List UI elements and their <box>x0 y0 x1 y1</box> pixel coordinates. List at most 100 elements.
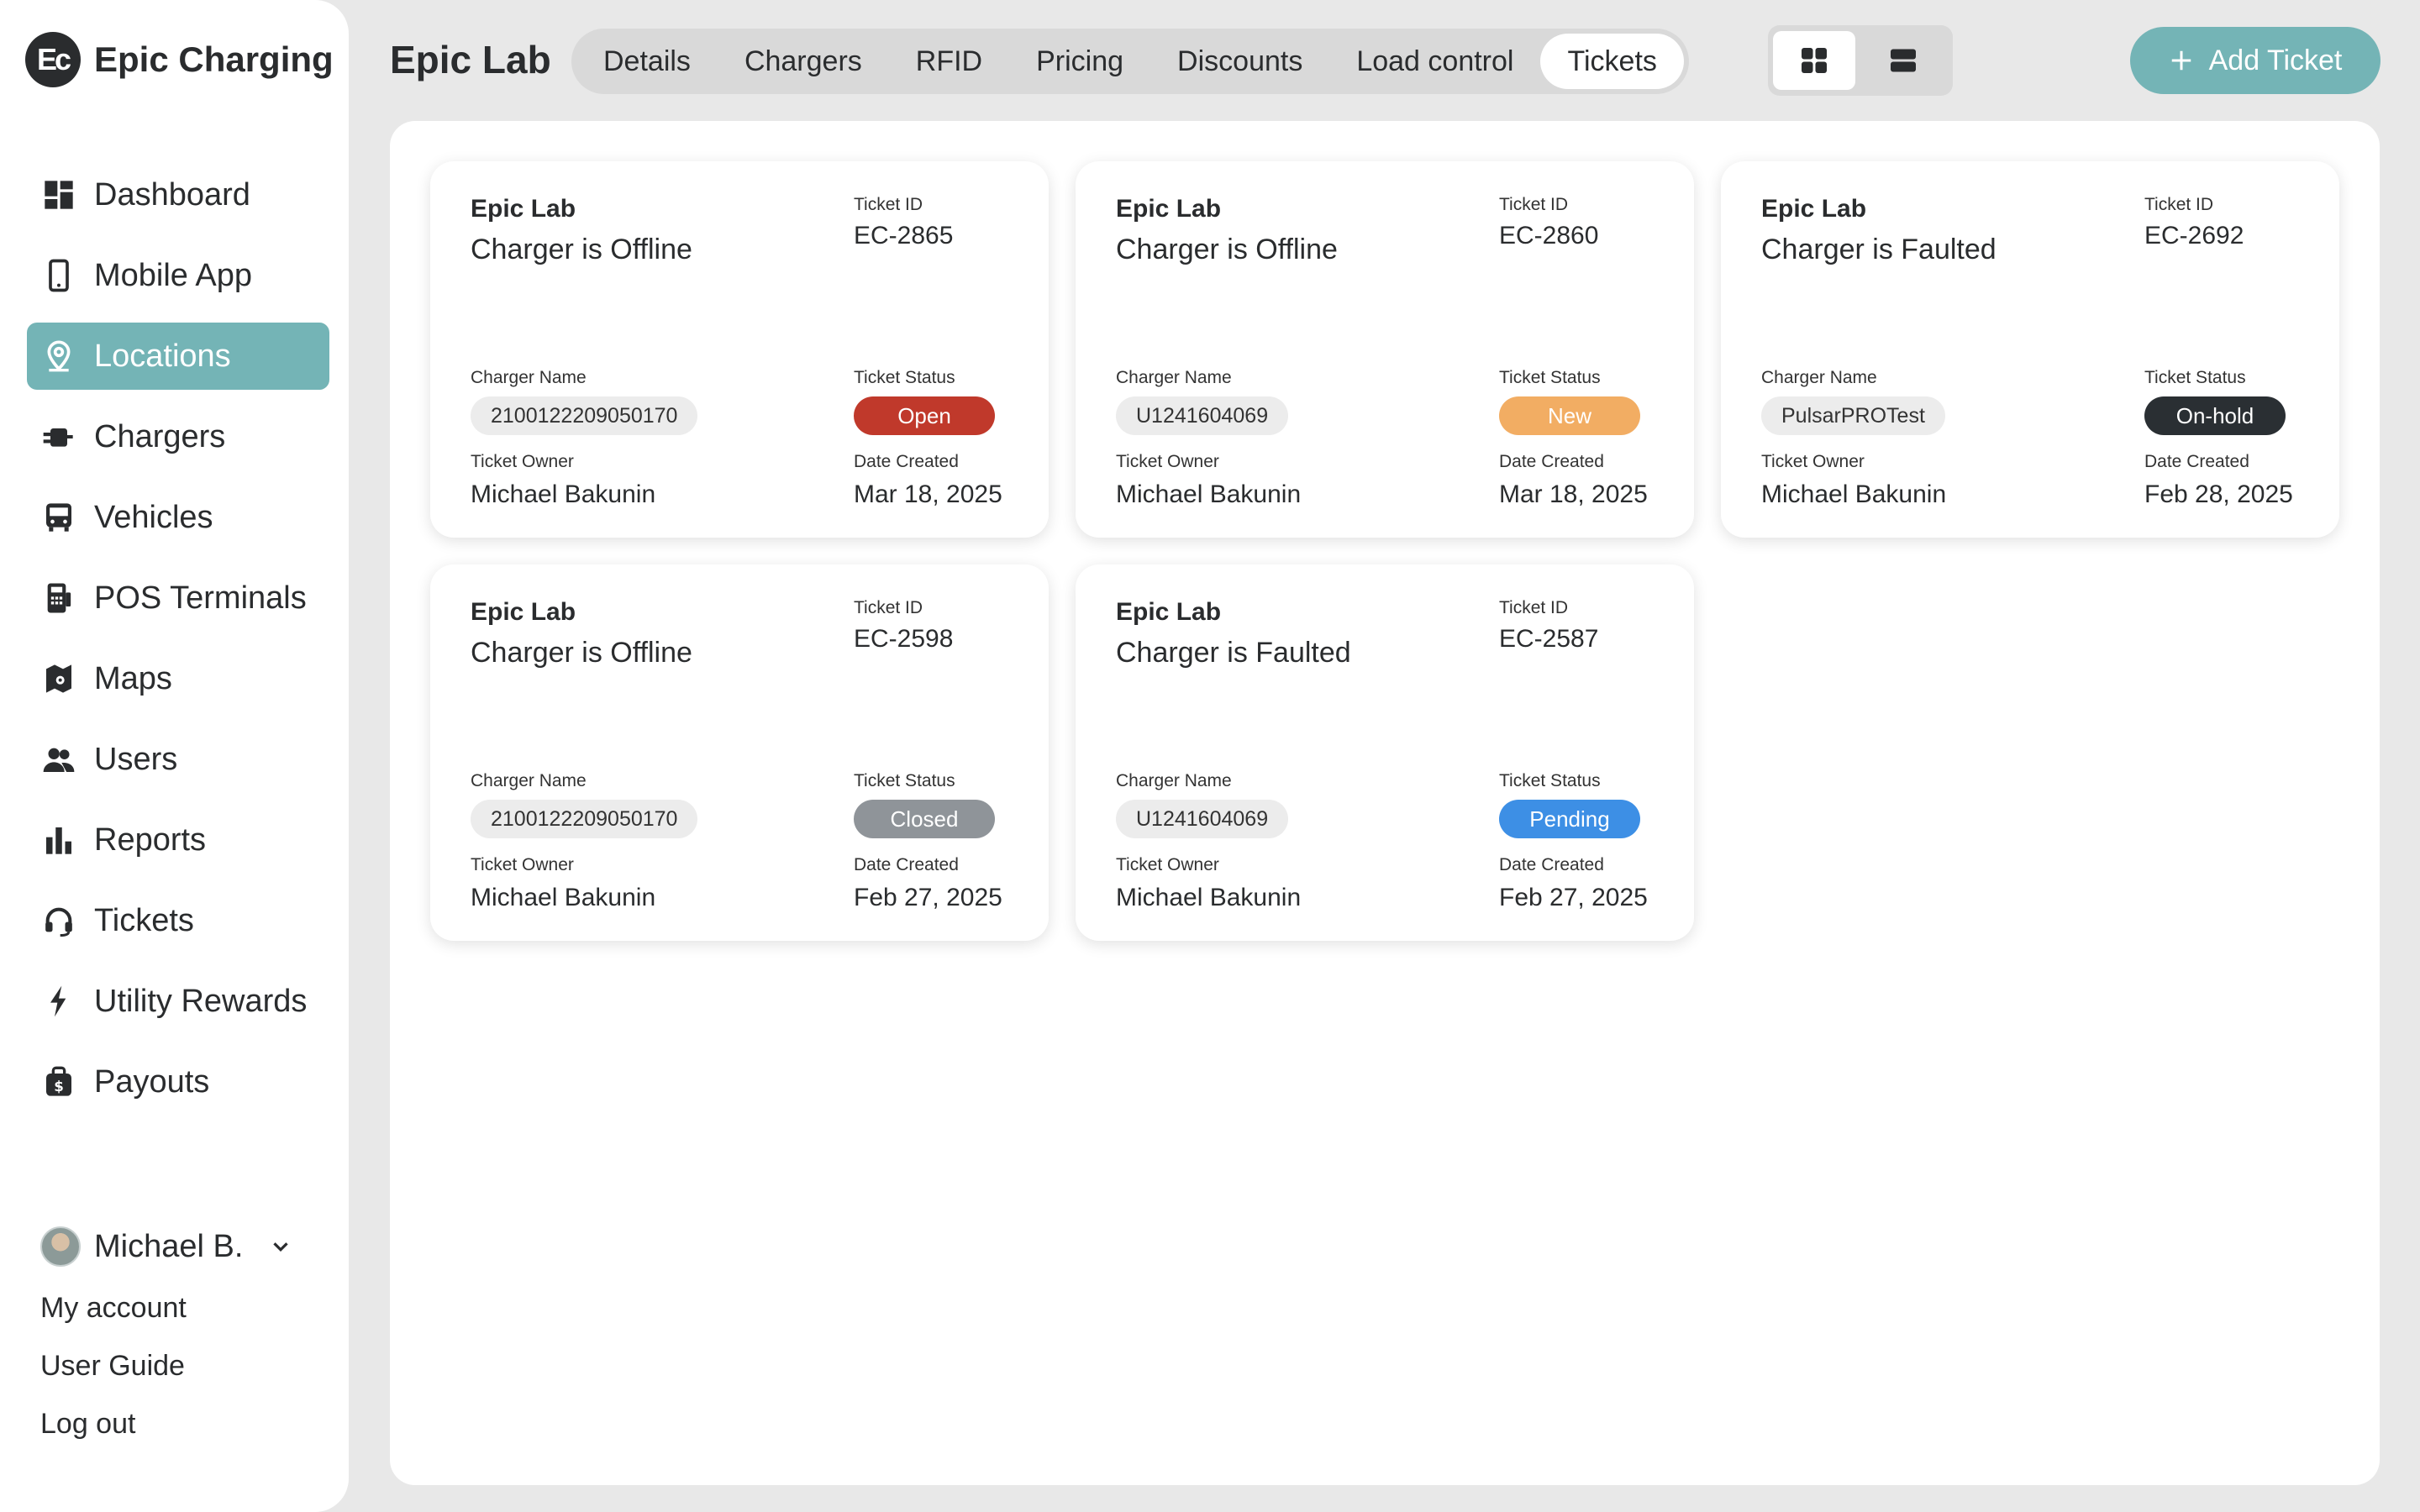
sidebar-item-vehicles[interactable]: Vehicles <box>27 484 329 551</box>
my-account-link[interactable]: My account <box>40 1292 293 1325</box>
sidebar-item-label: Vehicles <box>94 499 213 535</box>
sidebar-item-users[interactable]: Users <box>27 726 329 793</box>
grid-view-icon <box>1802 48 1827 73</box>
status-badge: New <box>1499 396 1640 435</box>
tab-discounts[interactable]: Discounts <box>1150 34 1329 89</box>
log-out-link[interactable]: Log out <box>40 1408 293 1441</box>
users-icon <box>42 743 76 776</box>
sidebar-item-maps[interactable]: Maps <box>27 645 329 712</box>
avatar <box>40 1226 81 1267</box>
tab-load-control[interactable]: Load control <box>1329 34 1540 89</box>
ticket-grid: Epic Lab Charger is Offline Ticket ID EC… <box>430 161 2339 941</box>
sidebar-item-pos-terminals[interactable]: POS Terminals <box>27 564 329 632</box>
ticket-id-label: Ticket ID <box>1499 195 1569 214</box>
date-created: Feb 27, 2025 <box>1499 884 1648 911</box>
sidebar-item-utility-rewards[interactable]: Utility Rewards <box>27 968 329 1035</box>
wallet-icon: $ <box>42 1065 76 1099</box>
sidebar-item-label: Maps <box>94 660 172 696</box>
tab-rfid[interactable]: RFID <box>889 34 1009 89</box>
ticket-location: Epic Lab <box>471 195 576 223</box>
plus-icon <box>2171 50 2191 71</box>
ticket-id: EC-2587 <box>1499 625 1599 653</box>
date-created: Feb 28, 2025 <box>2144 480 2293 508</box>
ticket-status-label: Ticket Status <box>854 368 955 387</box>
status-badge: Pending <box>1499 800 1640 838</box>
ticket-id-label: Ticket ID <box>2144 195 2214 214</box>
add-ticket-label: Add Ticket <box>2208 44 2343 76</box>
list-view-icon <box>1891 49 1916 72</box>
ticket-owner-label: Ticket Owner <box>471 855 574 874</box>
sidebar-item-payouts[interactable]: $ Payouts <box>27 1048 329 1116</box>
user-menu: Michael B. My account User Guide Log out <box>40 1226 293 1441</box>
charger-name-chip: 2100122209050170 <box>471 800 698 838</box>
charger-name-label: Charger Name <box>1761 368 1877 387</box>
ticket-id-label: Ticket ID <box>1499 598 1569 617</box>
sidebar-nav: Dashboard Mobile App Locations Chargers … <box>27 161 329 1129</box>
sidebar-item-tickets[interactable]: Tickets <box>27 887 329 954</box>
view-toggle <box>1768 25 1953 96</box>
sidebar-item-label: Locations <box>94 338 231 374</box>
tab-tickets[interactable]: Tickets <box>1540 34 1684 89</box>
user-menu-toggle[interactable]: Michael B. <box>40 1226 293 1267</box>
ticket-status-label: Ticket Status <box>1499 368 1601 387</box>
tab-details[interactable]: Details <box>576 34 718 89</box>
ticket-card[interactable]: Epic Lab Charger is Offline Ticket ID EC… <box>430 564 1049 941</box>
ticket-owner-label: Ticket Owner <box>1116 452 1219 471</box>
date-created: Mar 18, 2025 <box>854 480 1002 508</box>
page-title: Epic Lab <box>390 38 551 81</box>
ticket-id: EC-2860 <box>1499 222 1599 249</box>
ticket-owner: Michael Bakunin <box>471 480 656 508</box>
ticket-id: EC-2692 <box>2144 222 2244 249</box>
ticket-id-label: Ticket ID <box>854 195 923 214</box>
sidebar-item-mobile-app[interactable]: Mobile App <box>27 242 329 309</box>
ticket-issue: Charger is Faulted <box>1761 234 1996 265</box>
charger-name-label: Charger Name <box>1116 771 1232 790</box>
sidebar-item-label: Chargers <box>94 418 226 454</box>
sidebar-item-dashboard[interactable]: Dashboard <box>27 161 329 228</box>
sidebar-item-reports[interactable]: Reports <box>27 806 329 874</box>
tab-chargers[interactable]: Chargers <box>718 34 889 89</box>
ticket-owner: Michael Bakunin <box>1116 884 1302 911</box>
chevron-down-icon <box>273 1242 289 1252</box>
location-tabs: Details Chargers RFID Pricing Discounts … <box>571 29 1689 94</box>
ticket-owner-label: Ticket Owner <box>1761 452 1865 471</box>
ticket-card[interactable]: Epic Lab Charger is Faulted Ticket ID EC… <box>1076 564 1694 941</box>
user-guide-link[interactable]: User Guide <box>40 1350 293 1383</box>
sidebar-item-chargers[interactable]: Chargers <box>27 403 329 470</box>
ticket-card[interactable]: Epic Lab Charger is Faulted Ticket ID EC… <box>1721 161 2339 538</box>
ticket-location: Epic Lab <box>1761 195 1867 223</box>
date-created-label: Date Created <box>1499 855 1604 874</box>
ticket-owner: Michael Bakunin <box>1116 480 1302 508</box>
add-ticket-button[interactable]: Add Ticket <box>2130 27 2381 94</box>
ticket-owner: Michael Bakunin <box>471 884 656 911</box>
ticket-status-label: Ticket Status <box>854 771 955 790</box>
sidebar-item-label: Dashboard <box>94 176 250 213</box>
sidebar-item-locations[interactable]: Locations <box>27 323 329 390</box>
grid-view-button[interactable] <box>1773 31 1855 90</box>
ticket-id: EC-2598 <box>854 625 954 653</box>
ticket-id: EC-2865 <box>854 222 954 249</box>
ticket-card[interactable]: Epic Lab Charger is Offline Ticket ID EC… <box>1076 161 1694 538</box>
list-view-button[interactable] <box>1862 31 1944 90</box>
tab-pricing[interactable]: Pricing <box>1009 34 1150 89</box>
brand[interactable]: Ec Epic Charging <box>25 32 334 87</box>
ticket-issue: Charger is Faulted <box>1116 637 1351 669</box>
status-badge: Open <box>854 396 995 435</box>
sidebar-item-label: Tickets <box>94 902 194 938</box>
sidebar-item-label: Utility Rewards <box>94 983 308 1019</box>
date-created-label: Date Created <box>2144 452 2249 471</box>
svg-text:$: $ <box>54 1079 64 1095</box>
mobile-icon <box>42 259 76 292</box>
ticket-issue: Charger is Offline <box>471 234 692 265</box>
sidebar: Ec Epic Charging Dashboard Mobile App Lo… <box>0 0 349 1512</box>
sidebar-item-label: Users <box>94 741 178 777</box>
ticket-owner-label: Ticket Owner <box>471 452 574 471</box>
ticket-location: Epic Lab <box>471 598 576 626</box>
status-badge: On-hold <box>2144 396 2286 435</box>
ticket-status-label: Ticket Status <box>2144 368 2246 387</box>
ticket-card[interactable]: Epic Lab Charger is Offline Ticket ID EC… <box>430 161 1049 538</box>
charger-name-label: Charger Name <box>471 771 587 790</box>
sidebar-item-label: Mobile App <box>94 257 253 293</box>
charger-plug-icon <box>42 420 76 454</box>
map-icon <box>42 662 76 696</box>
